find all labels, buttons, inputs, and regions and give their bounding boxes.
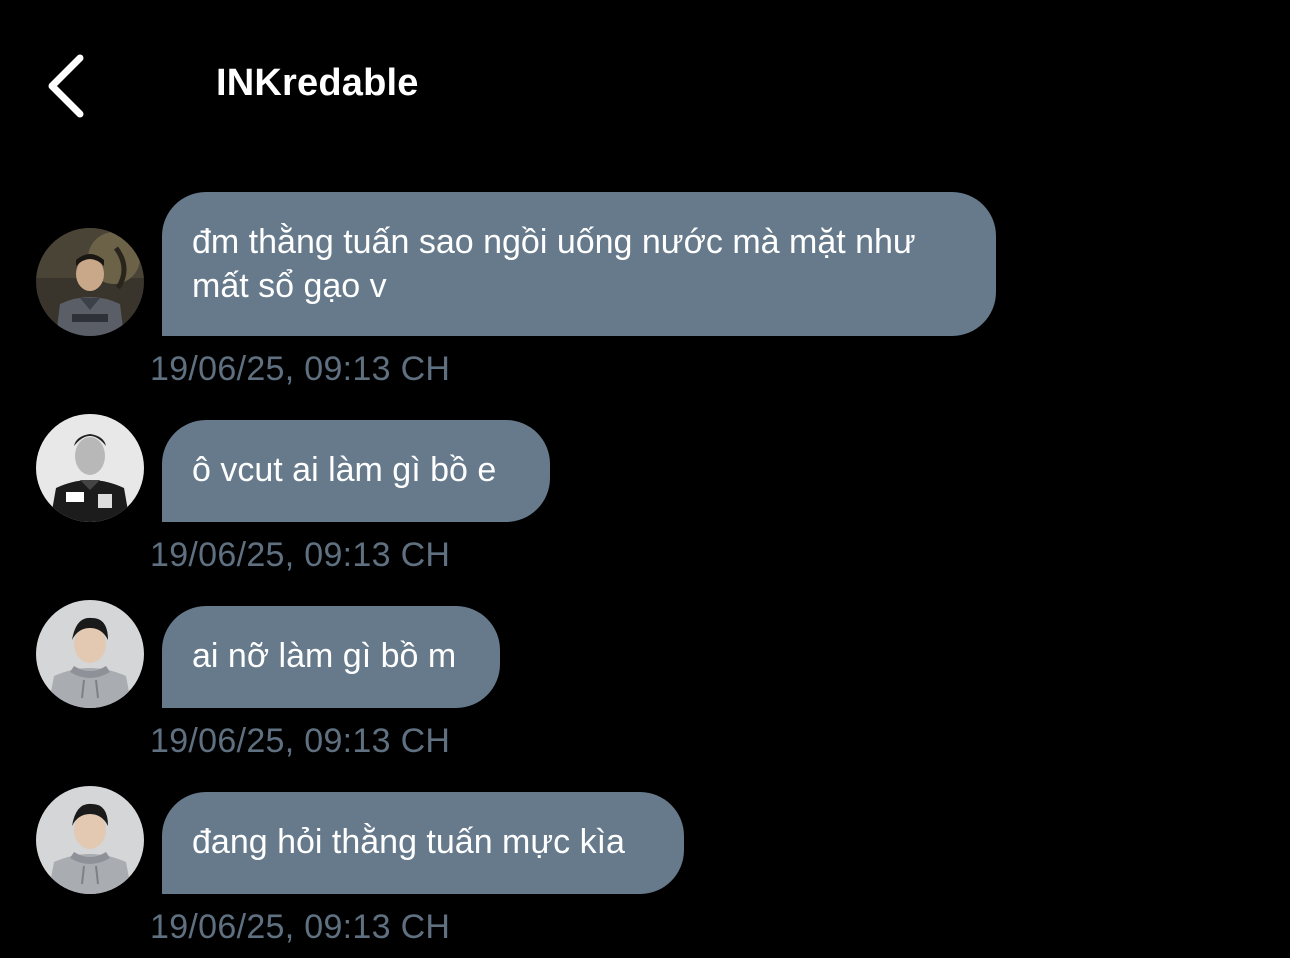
avatar[interactable]: [36, 228, 144, 336]
message-text: đang hỏi thằng tuấn mực kìa: [192, 823, 625, 861]
message-timestamp: 19/06/25, 09:13 CH: [150, 722, 451, 760]
chat-header: INKredable: [0, 0, 1290, 170]
message-text: ô vcut ai làm gì bồ e: [192, 451, 497, 489]
message-timestamp: 19/06/25, 09:13 CH: [150, 350, 451, 388]
chat-title: INKredable: [216, 62, 419, 104]
message-bubble[interactable]: ô vcut ai làm gì bồ e: [162, 420, 550, 522]
avatar[interactable]: [36, 600, 144, 708]
message-bubble[interactable]: đang hỏi thằng tuấn mực kìa: [162, 792, 684, 894]
avatar[interactable]: [36, 786, 144, 894]
message-bubble[interactable]: ai nỡ làm gì bồ m: [162, 606, 500, 708]
message-text: đm thằng tuấn sao ngồi uống nước mà mặt …: [192, 223, 916, 305]
chat-screen: INKredable đm thằng tuấn sao ngồi uống n…: [0, 0, 1290, 958]
message-text: ai nỡ làm gì bồ m: [192, 637, 457, 675]
back-button[interactable]: [36, 44, 106, 128]
message-timestamp: 19/06/25, 09:13 CH: [150, 908, 451, 946]
chevron-left-icon: [48, 54, 84, 118]
avatar[interactable]: [36, 414, 144, 522]
message-bubble[interactable]: đm thằng tuấn sao ngồi uống nước mà mặt …: [162, 192, 996, 336]
message-timestamp: 19/06/25, 09:13 CH: [150, 536, 451, 574]
